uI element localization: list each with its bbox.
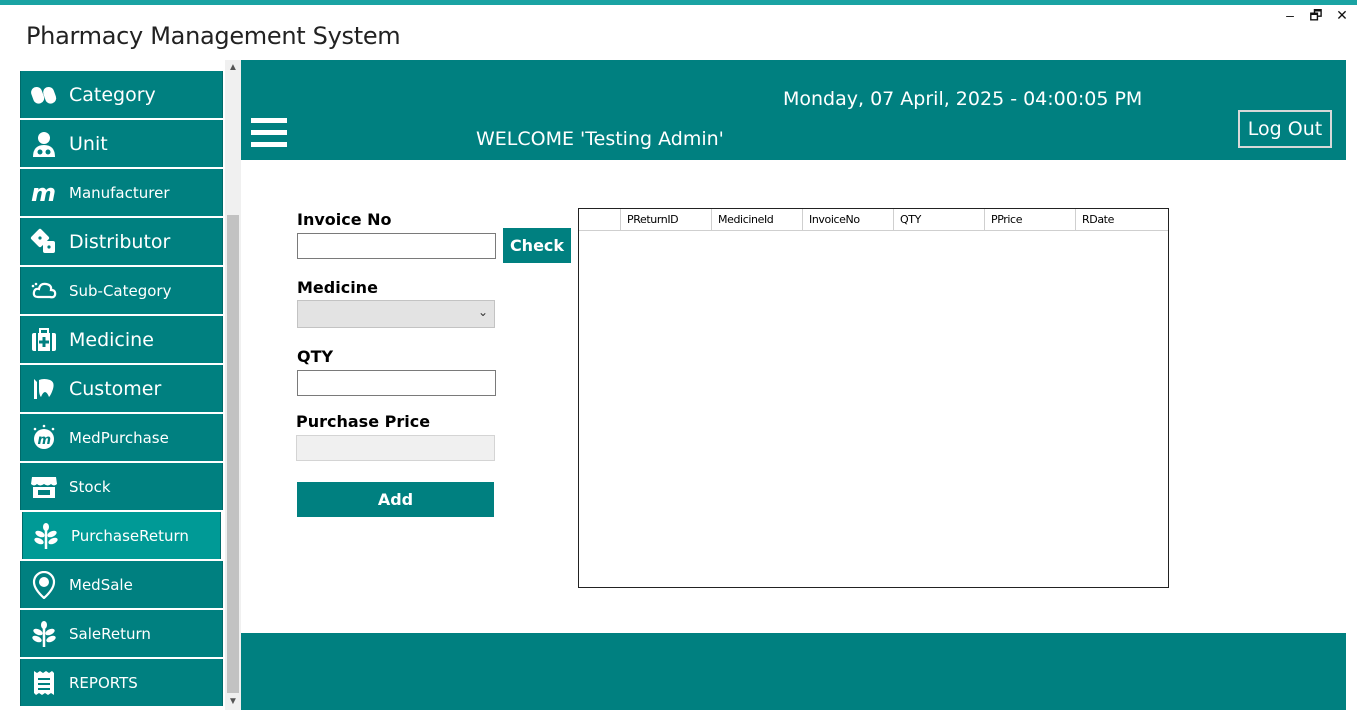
- sidebar-item-label: SaleReturn: [69, 624, 151, 643]
- sidebar-item-label: Distributor: [69, 230, 171, 253]
- hamburger-menu-icon[interactable]: [251, 118, 287, 154]
- store-icon: [29, 472, 59, 502]
- svg-text:m: m: [31, 179, 56, 207]
- sidebar-item-medpurchase[interactable]: m MedPurchase: [20, 414, 223, 461]
- sidebar: Category Unit m Manufacturer Distributor…: [20, 60, 225, 710]
- receipt-icon: [29, 668, 59, 698]
- sidebar-item-customer[interactable]: Customer: [20, 365, 223, 412]
- sidebar-item-label: Sub-Category: [69, 281, 172, 300]
- close-button[interactable]: ✕: [1335, 6, 1349, 24]
- svg-text:m: m: [38, 433, 52, 448]
- sidebar-item-label: PurchaseReturn: [71, 526, 189, 545]
- sidebar-item-label: Category: [69, 83, 156, 106]
- purchase-price-input: [296, 435, 495, 461]
- sidebar-item-label: Stock: [69, 477, 111, 496]
- invoice-no-label: Invoice No: [297, 210, 392, 229]
- sidebar-item-medicine[interactable]: Medicine: [20, 316, 223, 363]
- sidebar-item-salereturn[interactable]: SaleReturn: [20, 610, 223, 657]
- dice-icon: [29, 227, 59, 257]
- pills-icon: [29, 80, 59, 110]
- sidebar-item-purchasereturn[interactable]: PurchaseReturn: [22, 512, 221, 559]
- sidebar-item-medsale[interactable]: MedSale: [20, 561, 223, 608]
- leaf-icon: [29, 619, 59, 649]
- cloud-icon: [29, 276, 59, 306]
- grid-header: PReturnID MedicineId InvoiceNo QTY PPric…: [579, 209, 1168, 231]
- sidebar-item-stock[interactable]: Stock: [20, 463, 223, 510]
- scroll-up-arrow-icon[interactable]: ▲: [225, 60, 241, 76]
- sidebar-item-label: Unit: [69, 132, 108, 155]
- grid-column-header[interactable]: PPrice: [985, 209, 1076, 230]
- logout-button[interactable]: Log Out: [1238, 110, 1332, 148]
- grid-row-header-corner: [579, 209, 621, 230]
- location-pin-icon: [29, 570, 59, 600]
- sidebar-item-label: Medicine: [69, 328, 154, 351]
- sidebar-scrollbar[interactable]: ▲ ▼: [225, 60, 241, 710]
- medicine-select[interactable]: ⌄: [297, 300, 495, 328]
- qty-label: QTY: [297, 347, 334, 366]
- medpurchase-icon: m: [29, 423, 59, 453]
- medicine-label: Medicine: [297, 278, 378, 297]
- sidebar-item-label: MedPurchase: [69, 428, 169, 447]
- datetime-label: Monday, 07 April, 2025 - 04:00:05 PM: [783, 88, 1143, 110]
- check-button[interactable]: Check: [503, 228, 571, 263]
- sidebar-item-distributor[interactable]: Distributor: [20, 218, 223, 265]
- minimize-button[interactable]: –: [1283, 6, 1297, 24]
- footer-bar: [241, 633, 1346, 710]
- sidebar-item-reports[interactable]: REPORTS: [20, 659, 223, 706]
- m-logo-icon: m: [29, 178, 59, 208]
- sidebar-item-label: Customer: [69, 377, 162, 400]
- sidebar-item-unit[interactable]: Unit: [20, 120, 223, 167]
- scrollbar-thumb[interactable]: [227, 215, 239, 693]
- invoice-no-input[interactable]: [297, 233, 496, 259]
- grid-column-header[interactable]: QTY: [894, 209, 985, 230]
- purchase-price-label: Purchase Price: [296, 412, 431, 431]
- tooth-icon: [29, 374, 59, 404]
- app-title: Pharmacy Management System: [26, 22, 401, 50]
- window-top-border: [0, 0, 1357, 5]
- qty-input[interactable]: [297, 370, 496, 396]
- restore-button[interactable]: 🗗: [1309, 6, 1323, 24]
- sidebar-item-label: Manufacturer: [69, 183, 170, 202]
- medkit-icon: [29, 325, 59, 355]
- leaf-icon: [31, 521, 61, 551]
- window-controls: – 🗗 ✕: [1283, 6, 1349, 24]
- grid-column-header[interactable]: MedicineId: [712, 209, 803, 230]
- add-button[interactable]: Add: [297, 482, 494, 517]
- chevron-down-icon: ⌄: [477, 305, 488, 319]
- sidebar-item-manufacturer[interactable]: m Manufacturer: [20, 169, 223, 216]
- purchase-return-grid[interactable]: PReturnID MedicineId InvoiceNo QTY PPric…: [578, 208, 1169, 588]
- grid-column-header[interactable]: PReturnID: [621, 209, 712, 230]
- grid-column-header[interactable]: RDate: [1076, 209, 1167, 230]
- header-bar: Monday, 07 April, 2025 - 04:00:05 PM WEL…: [241, 60, 1346, 160]
- sidebar-item-label: MedSale: [69, 575, 133, 594]
- grid-column-header[interactable]: InvoiceNo: [803, 209, 894, 230]
- sidebar-item-label: REPORTS: [69, 673, 138, 692]
- welcome-label: WELCOME 'Testing Admin': [476, 128, 724, 150]
- scroll-down-arrow-icon[interactable]: ▼: [225, 694, 241, 710]
- doctor-icon: [29, 129, 59, 159]
- sidebar-item-category[interactable]: Category: [20, 71, 223, 118]
- sidebar-item-sub-category[interactable]: Sub-Category: [20, 267, 223, 314]
